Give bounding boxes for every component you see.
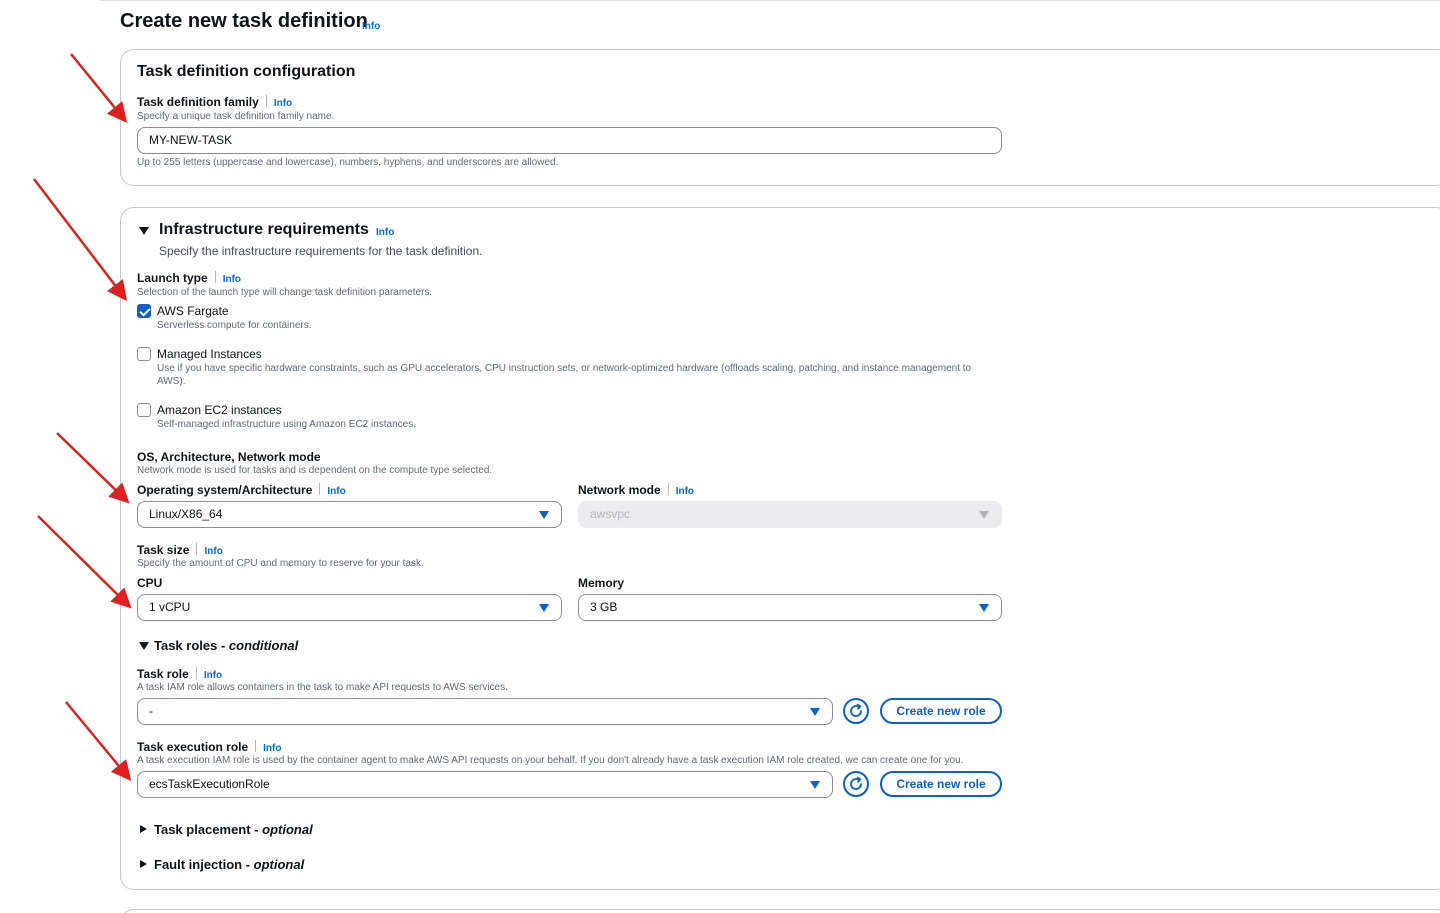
annotation-arrow-cpu [37,515,132,609]
annotation-arrow-exec-role [65,701,132,781]
annotation-arrow-launch-type [33,178,128,301]
annotation-arrows [33,53,132,781]
annotation-arrow-family [70,53,128,123]
annotation-arrow-os [56,432,130,504]
